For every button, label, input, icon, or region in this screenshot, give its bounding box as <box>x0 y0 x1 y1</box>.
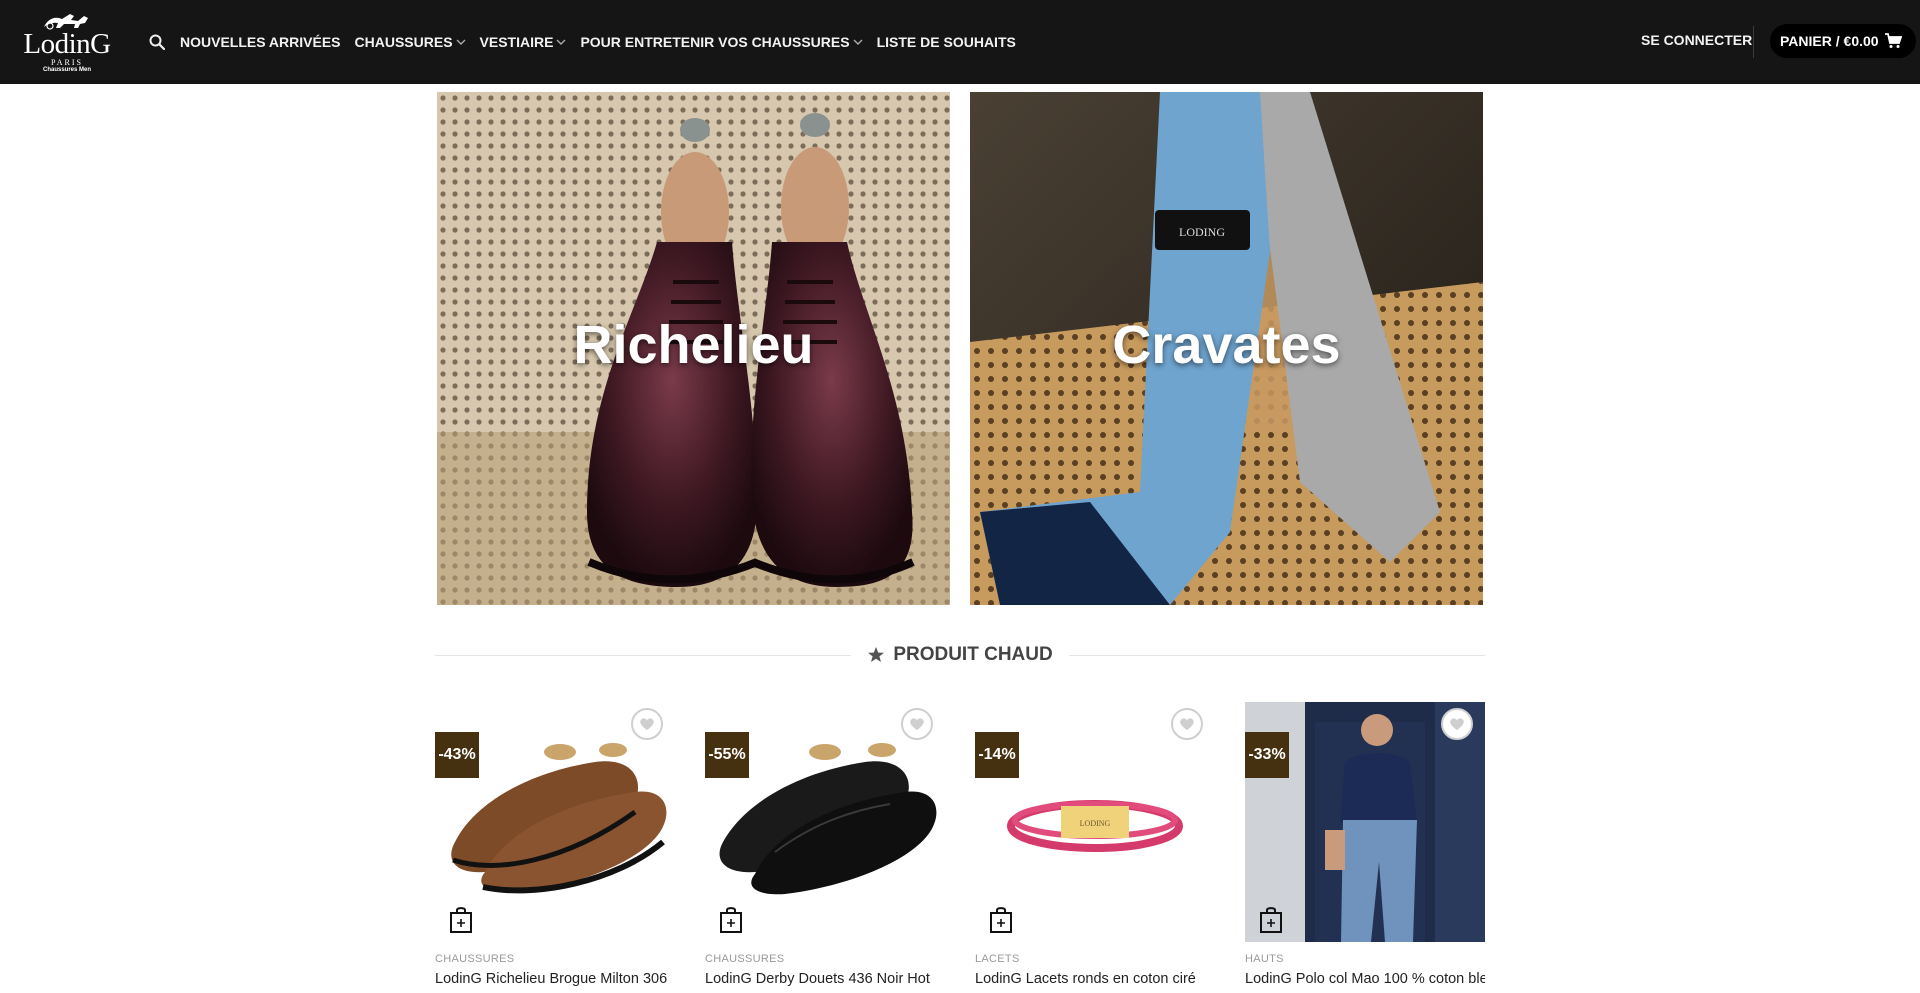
heart-icon <box>910 718 924 730</box>
wishlist-button[interactable] <box>1171 708 1203 740</box>
heart-icon <box>640 718 654 730</box>
logo-tagline: Chaussures Men <box>42 67 91 73</box>
login-link[interactable]: SE CONNECTER <box>1641 32 1752 48</box>
chevron-down-icon <box>556 39 566 45</box>
search-button[interactable] <box>148 33 166 51</box>
nav-item-shoe-care[interactable]: POUR ENTRETENIR VOS CHAUSSURES <box>580 34 863 50</box>
site-header: LodinG PARIS Chaussures Men NOUVELLES AR… <box>0 0 1920 84</box>
product-category[interactable]: CHAUSSURES <box>435 953 514 965</box>
discount-badge: -33% <box>1245 732 1289 778</box>
product-name[interactable]: LodinG Richelieu Brogue Milton 306 <box>435 969 675 989</box>
nav-item-label: CHAUSSURES <box>354 34 453 50</box>
heart-icon <box>1450 718 1464 730</box>
product-category[interactable]: CHAUSSURES <box>705 953 784 965</box>
header-divider <box>1753 26 1754 58</box>
banner-title: Richelieu <box>573 315 814 375</box>
nav-item-wardrobe[interactable]: VESTIAIRE <box>480 34 567 50</box>
svg-text:LODING: LODING <box>1179 225 1225 239</box>
section-heading: PRODUIT CHAUD <box>435 640 1486 670</box>
product-category[interactable]: LACETS <box>975 953 1020 965</box>
section-title: PRODUIT CHAUD <box>851 644 1068 666</box>
product-name[interactable]: LodinG Polo col Mao 100 % coton bleu <box>1245 969 1485 989</box>
nav-item-wishlist[interactable]: LISTE DE SOUHAITS <box>877 34 1016 50</box>
product-card[interactable]: LODING -14% LACETS LodinG Lacets ronds e… <box>975 702 1215 993</box>
section-divider-left <box>435 654 852 656</box>
discount-badge: -43% <box>435 732 479 778</box>
heart-icon <box>1180 718 1194 730</box>
logo-city: PARIS <box>51 58 83 67</box>
product-card[interactable]: -43% CHAUSSURES LodinG Richelieu Brogue … <box>435 702 675 993</box>
main-nav: NOUVELLES ARRIVÉES CHAUSSURES VESTIAIRE … <box>148 0 1030 84</box>
shopping-cart-icon <box>1884 33 1902 48</box>
wishlist-button[interactable] <box>1441 708 1473 740</box>
section-divider-right <box>1068 654 1486 656</box>
nav-item-shoes[interactable]: CHAUSSURES <box>355 34 466 50</box>
search-icon <box>149 34 165 50</box>
add-to-cart-icon[interactable] <box>719 906 743 934</box>
discount-badge: -14% <box>975 732 1019 778</box>
add-to-cart-icon[interactable] <box>989 906 1013 934</box>
category-banner-richelieu[interactable]: Richelieu <box>437 92 950 605</box>
product-name[interactable]: LodinG Derby Douets 436 Noir Hot <box>705 969 945 989</box>
nav-item-label: LISTE DE SOUHAITS <box>876 34 1016 50</box>
section-title-text: PRODUIT CHAUD <box>893 644 1053 665</box>
product-card[interactable]: -33% HAUTS LodinG Polo col Mao 100 % cot… <box>1245 702 1485 993</box>
site-logo[interactable]: LodinG PARIS Chaussures Men <box>16 10 118 74</box>
product-category[interactable]: HAUTS <box>1245 953 1284 965</box>
wishlist-button[interactable] <box>631 708 663 740</box>
product-name[interactable]: LodinG Lacets ronds en coton ciré <box>975 969 1215 989</box>
cart-button[interactable]: PANIER / €0.00 <box>1770 24 1916 58</box>
banner-title: Cravates <box>1112 315 1341 375</box>
chevron-down-icon <box>853 39 863 45</box>
discount-badge: -55% <box>705 732 749 778</box>
chevron-down-icon <box>456 39 466 45</box>
logo-brand: LodinG <box>23 28 111 60</box>
star-icon <box>868 647 885 662</box>
nav-item-label: POUR ENTRETENIR VOS CHAUSSURES <box>580 34 850 50</box>
horse-carriage-icon <box>44 14 88 30</box>
svg-text:LODING: LODING <box>1080 819 1111 828</box>
category-banner-cravates[interactable]: LODING Cravates <box>970 92 1483 605</box>
add-to-cart-icon[interactable] <box>449 906 473 934</box>
nav-item-label: VESTIAIRE <box>479 34 554 50</box>
product-card[interactable]: -55% CHAUSSURES LodinG Derby Douets 436 … <box>705 702 945 993</box>
cart-label: PANIER / €0.00 <box>1780 33 1879 49</box>
nav-item-label: NOUVELLES ARRIVÉES <box>180 34 341 50</box>
wishlist-button[interactable] <box>901 708 933 740</box>
add-to-cart-icon[interactable] <box>1259 906 1283 934</box>
nav-item-new-arrivals[interactable]: NOUVELLES ARRIVÉES <box>180 34 341 50</box>
